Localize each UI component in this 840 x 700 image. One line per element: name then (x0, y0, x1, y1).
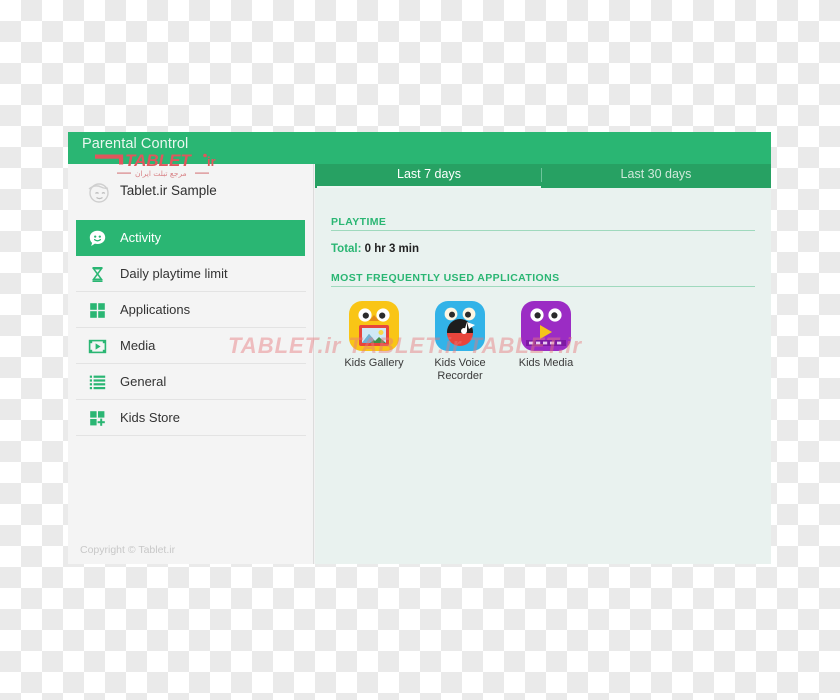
sidebar-item-daily-playtime-limit[interactable]: Daily playtime limit (76, 256, 306, 292)
kids-gallery-app-icon (348, 300, 400, 352)
sidebar-item-label: Kids Store (120, 410, 180, 425)
kids-media-app-icon (520, 300, 572, 352)
app-tile-kids-gallery[interactable]: Kids Gallery (331, 300, 417, 370)
tab-last-7-days[interactable]: Last 7 days (317, 164, 541, 188)
app-label: Kids Voice Recorder (434, 357, 486, 382)
window-header: Parental Control (68, 132, 771, 164)
sidebar-item-label: Applications (120, 302, 191, 317)
applications-section-rule (331, 286, 755, 287)
grid-plus-icon (88, 409, 107, 428)
sidebar-item-label: Activity (120, 230, 162, 245)
hourglass-icon (88, 265, 107, 284)
sidebar: Tablet.ir Sample Activity Daily playtime… (68, 164, 314, 564)
kid-face-avatar-icon (86, 179, 112, 205)
playtime-total-value: 0 hr 3 min (364, 243, 419, 255)
footer-copyright: Copyright © Tablet.ir (80, 544, 176, 556)
tab-bar: Last 7 days Last 30 days (315, 164, 771, 188)
app-label: Kids Media (518, 357, 574, 369)
profile-name: Tablet.ir Sample (120, 183, 217, 198)
sidebar-item-kids-store[interactable]: Kids Store (76, 400, 306, 436)
sidebar-item-label: Daily playtime limit (120, 266, 228, 281)
sidebar-item-general[interactable]: General (76, 364, 306, 400)
sidebar-item-label: General (120, 374, 167, 389)
film-play-icon (88, 337, 107, 356)
playtime-section-title: PLAYTIME (331, 216, 387, 228)
parental-control-window: Parental Control Tablet.ir Sample Activi… (68, 132, 771, 564)
page-title: Parental Control (82, 136, 189, 152)
sidebar-item-label: Media (120, 338, 156, 353)
applications-section-title: MOST FREQUENTLY USED APPLICATIONS (331, 272, 560, 284)
app-tile-kids-media[interactable]: Kids Media (503, 300, 589, 370)
sidebar-item-activity[interactable]: Activity (76, 220, 305, 256)
four-squares-grid-icon (88, 301, 107, 320)
app-label: Kids Gallery (344, 357, 404, 369)
app-tile-kids-voice-recorder[interactable]: Kids Voice Recorder (417, 300, 503, 383)
kids-voice-recorder-app-icon (434, 300, 486, 352)
playtime-total: Total: 0 hr 3 min (331, 243, 419, 255)
sidebar-item-media[interactable]: Media (76, 328, 306, 364)
playtime-section-rule (331, 230, 755, 231)
sidebar-item-applications[interactable]: Applications (76, 292, 306, 328)
content-panel: Last 7 days Last 30 days PLAYTIME Total:… (315, 164, 771, 564)
smiley-chat-bubble-icon (88, 229, 107, 248)
profile-row[interactable]: Tablet.ir Sample (68, 164, 313, 220)
tab-divider (541, 168, 542, 182)
tab-last-30-days[interactable]: Last 30 days (543, 164, 769, 188)
list-lines-icon (88, 373, 107, 392)
playtime-total-label: Total: (331, 243, 362, 255)
